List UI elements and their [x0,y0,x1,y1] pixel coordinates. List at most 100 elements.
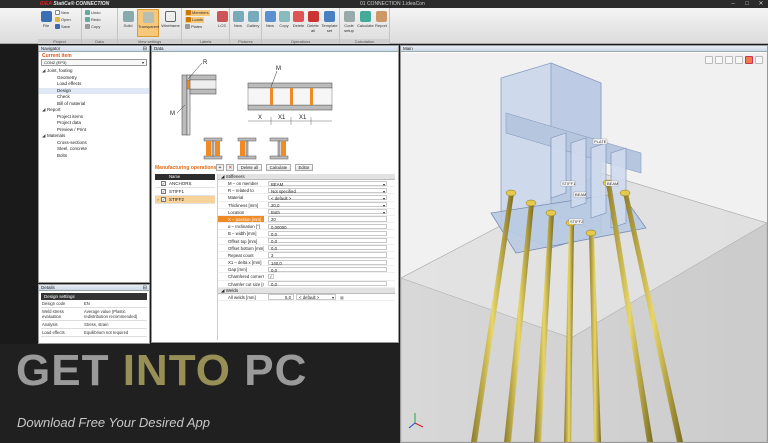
view-label-beam2: BEAM [607,181,618,186]
calculate-button[interactable]: Calculate [357,11,374,28]
property-select[interactable]: BEAM [268,180,387,187]
add-operation-icon[interactable]: + [216,164,224,171]
save-button[interactable]: Save [55,24,70,30]
editor-button[interactable]: Editor [294,164,314,171]
operation-row[interactable]: ✓ ANCHORS [155,180,215,188]
column-elevation [176,62,217,136]
report-icon [375,11,387,22]
wireframe-button[interactable]: Wireframe [161,11,180,28]
nav-item-label: Steel, concrete [57,146,88,151]
undo-button[interactable]: Undo [85,10,101,16]
minimize-button[interactable]: – [726,0,740,8]
view-cube-icon[interactable] [745,56,753,64]
property-input[interactable]: 0,0 [268,230,387,237]
property-input[interactable]: 0,0 [268,238,387,244]
calculate-ops-button[interactable]: Calculate [265,164,292,171]
operation-row[interactable]: ✓ STIFF1 [155,188,215,196]
nav-item-label: Bill of material [57,100,86,106]
open-button[interactable]: Open [55,17,71,23]
details-row: Design code EN [41,300,147,308]
3d-viewport[interactable]: PLATE STIFF1 BEAM BEAM STIFF2 [401,53,767,442]
new-button[interactable]: New [55,10,69,16]
delete-operation-icon[interactable]: ✕ [226,164,235,171]
template-set-button[interactable]: Template set [321,11,338,33]
property-input[interactable]: 0,0 [268,245,387,251]
zoom-icon[interactable] [715,56,723,64]
gallery-button[interactable]: Gallery [246,11,260,28]
property-select[interactable]: < default > [268,194,387,202]
file-icon [40,11,52,22]
report-button[interactable]: Report [374,11,388,28]
property-input[interactable]: 140,0 [268,259,387,266]
weld-size-input[interactable]: 5,0 [268,294,294,300]
sketch-label-m: M [170,111,175,117]
operation-checkbox[interactable]: ✓ [161,181,166,186]
pin-icon[interactable]: ⊟ [143,285,147,291]
operation-delete-button[interactable]: Delete [292,11,305,28]
property-label: Gap [mm] [228,267,247,273]
property-label: X1 – delta x [mm] [228,260,262,266]
operation-new-button[interactable]: New [264,11,276,28]
property-label: Repeat count [228,252,254,258]
operation-delete-all-button[interactable]: Delete all [307,11,319,33]
property-label: Offset top [mm] [228,238,258,244]
details-value: EN [84,301,90,306]
cross-sections [203,137,289,160]
maximize-button[interactable]: □ [740,0,754,8]
property-select[interactable]: Not specified [268,187,387,194]
property-select[interactable]: 20,0 [268,202,387,209]
delete-all-button[interactable]: Delete all [236,164,263,171]
operation-checkbox[interactable]: ✓ [161,197,166,202]
loads-toggle[interactable]: Loads [185,17,204,23]
sketch-label-m2: M [276,66,281,72]
transparent-button[interactable]: Transparent [137,9,159,37]
solid-button[interactable]: Solid [120,11,136,28]
details-key: Design code [42,301,66,306]
property-row: Chamfer cut size [mm] 0,0 [218,281,395,288]
property-label: B – width [mm] [228,231,257,237]
chevron-down-icon: ▾ [141,60,144,65]
weld-type-select[interactable]: < default > [296,294,336,301]
fullscreen-icon[interactable] [755,56,763,64]
picture-new-button[interactable]: New [232,11,244,28]
nav-item[interactable]: Bolts [39,153,149,160]
operation-row[interactable]: › ✓ STIFF2 [155,196,215,204]
property-label: Location [228,209,245,215]
details-row: Weld stress evaluation Average value (Pla… [41,308,147,321]
property-checkbox[interactable]: ✓ [268,274,274,280]
code-setup-button[interactable]: Code setup [342,11,356,33]
redo-button[interactable]: Redo [85,17,101,23]
current-item-select[interactable]: CON2 (EP3) ▾ [41,59,147,66]
zoom-all-icon[interactable] [705,56,713,64]
file-button[interactable]: File [40,11,52,28]
close-button[interactable]: ✕ [754,0,768,8]
design-settings-header: Design settings [41,293,147,300]
lcs-button[interactable]: LCS [216,11,228,28]
all-welds-label: All welds [mm] [228,294,256,300]
details-panel: Details ⊟ Design settings Design code EN We… [38,284,150,344]
property-input[interactable]: 0,0 [268,281,387,287]
copy-button[interactable]: Copy [85,24,100,30]
rotate-icon[interactable] [735,56,743,64]
pan-icon[interactable] [725,56,733,64]
operation-copy-button[interactable]: Copy [278,11,290,28]
property-input[interactable]: 20 [268,216,387,222]
sketch-label-x: X [258,115,262,121]
title-bar: IDEA StatiCa® CONNECTION 01 CONNECTION 1… [0,0,768,8]
delete-icon [293,11,304,22]
main-tab[interactable]: Main [401,46,767,52]
property-input[interactable]: 0,0 [268,266,387,273]
property-input[interactable]: 3 [268,252,387,258]
operation-checkbox[interactable]: ✓ [161,189,166,194]
members-toggle[interactable]: Members [185,10,210,16]
navigator-tree: ◢ Joint, footing Geometry Load effects Desig… [39,66,149,159]
weld-options-icon[interactable]: ▦ [340,294,344,300]
plates-toggle[interactable]: Plates [185,24,202,30]
gallery-icon [247,11,259,22]
property-input[interactable]: 0,00000 [268,223,387,230]
data-tab[interactable]: Data [152,46,398,52]
property-row: Location Both [218,209,395,216]
property-select[interactable]: Both [268,209,387,216]
group-label: Pictures [230,39,261,44]
pin-icon[interactable]: ⊟ [143,46,147,52]
